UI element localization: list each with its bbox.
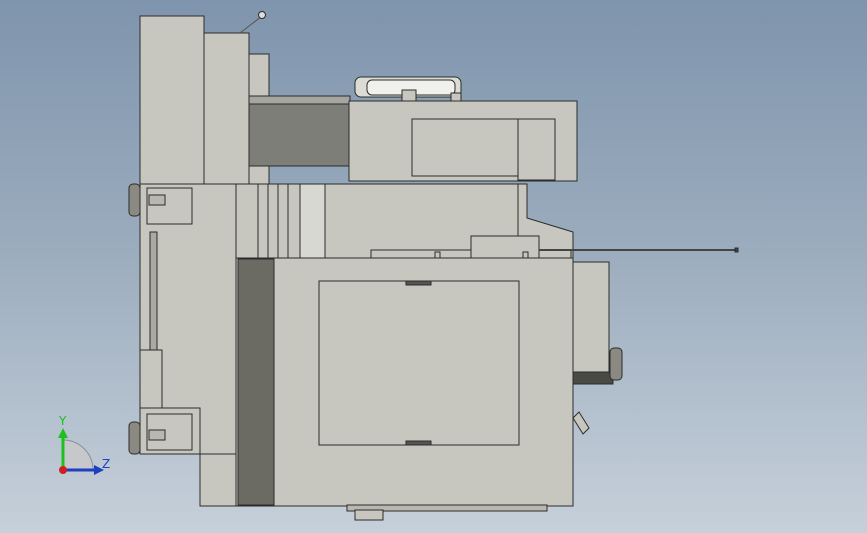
triad-y-label: Y bbox=[59, 414, 67, 428]
cad-graphics-viewport[interactable]: Y Z bbox=[0, 0, 867, 533]
triad-y-arrow bbox=[58, 428, 68, 438]
triad-z-label: Z bbox=[102, 457, 111, 471]
triad-quarter-disc bbox=[62, 439, 94, 471]
orientation-triad bbox=[58, 428, 104, 475]
triad-x-origin bbox=[59, 466, 67, 474]
